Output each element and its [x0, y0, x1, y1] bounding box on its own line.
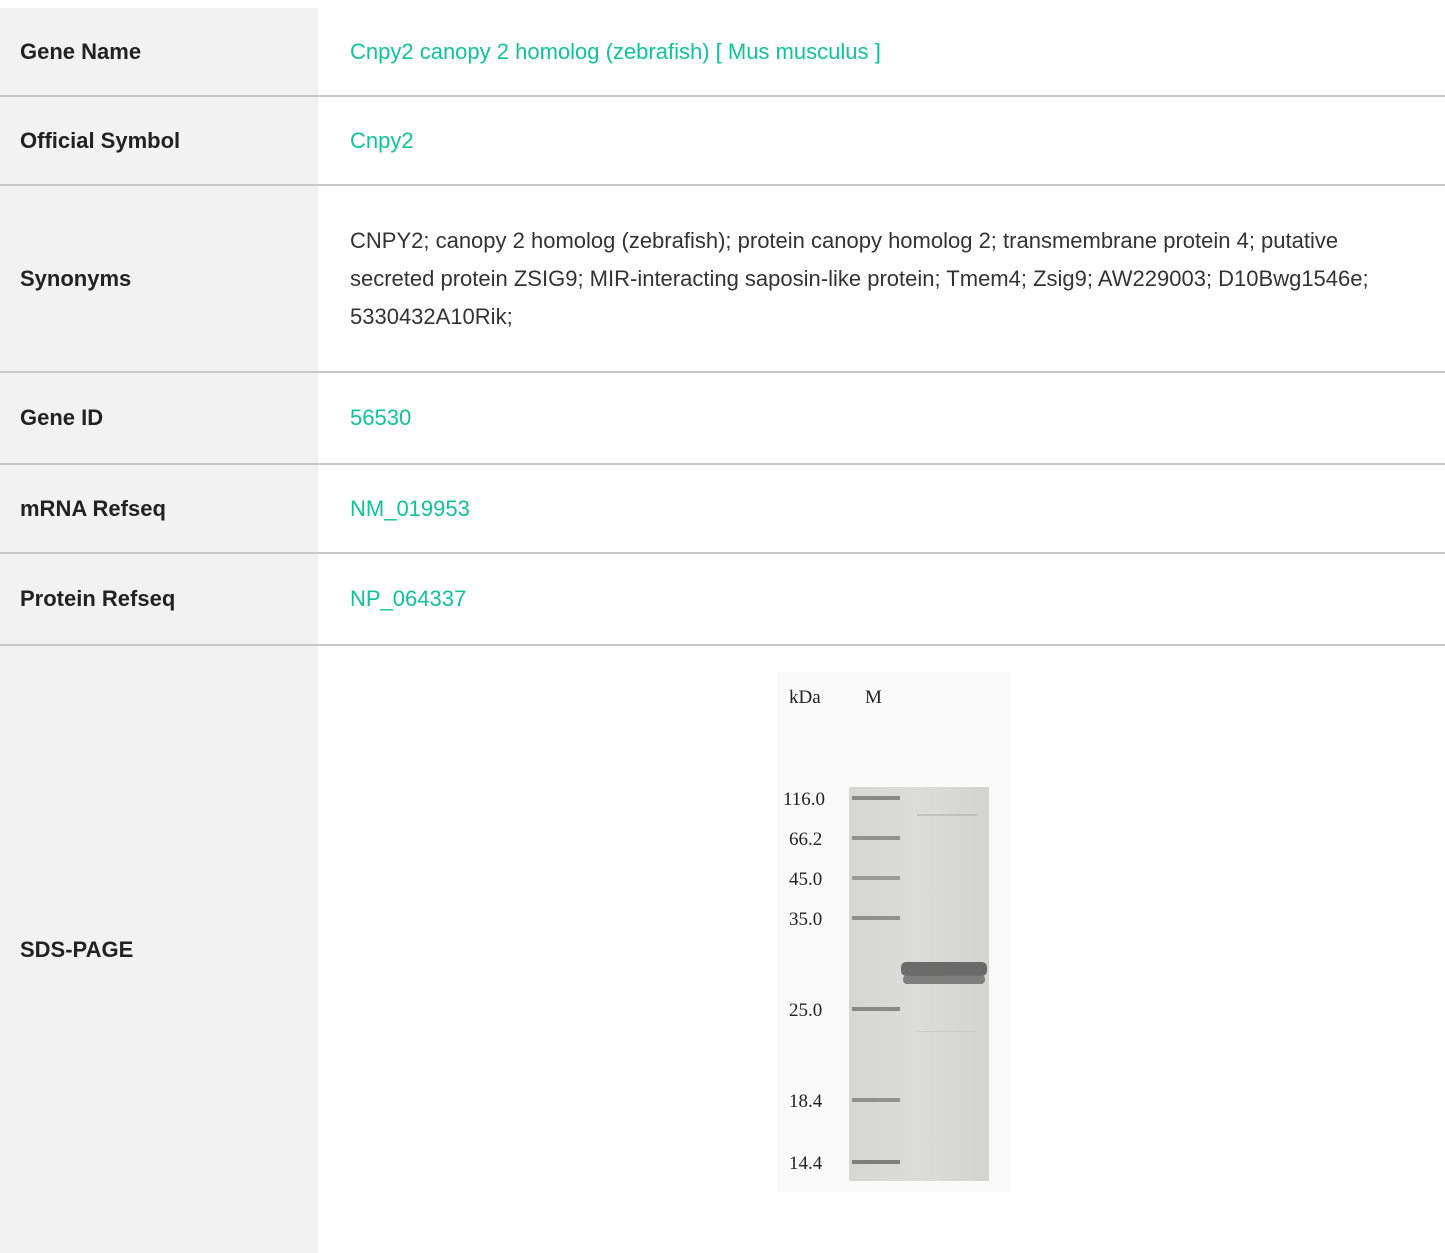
protein-refseq-link[interactable]: NP_064337	[350, 586, 466, 612]
marker-label-66: 66.2	[789, 829, 822, 850]
row-synonyms: Synonyms CNPY2; canopy 2 homolog (zebraf…	[0, 186, 1445, 373]
row-sds-page: SDS-PAGE kDa M 116.0 66.2 45.0 35.0 25.0…	[0, 646, 1445, 1253]
official-symbol-link[interactable]: Cnpy2	[350, 128, 414, 154]
marker-band-45	[851, 876, 900, 880]
row-gene-name: Gene Name Cnpy2 canopy 2 homolog (zebraf…	[0, 8, 1445, 97]
official-symbol-value-cell: Cnpy2	[318, 97, 1445, 184]
synonyms-label: Synonyms	[0, 186, 318, 371]
marker-band-18	[851, 1098, 900, 1102]
marker-band-66	[851, 836, 900, 840]
protein-refseq-value-cell: NP_064337	[318, 554, 1445, 644]
gene-name-label: Gene Name	[0, 8, 318, 95]
marker-label-45: 45.0	[789, 869, 822, 890]
gene-info-table: Gene Name Cnpy2 canopy 2 homolog (zebraf…	[0, 8, 1445, 1253]
mrna-refseq-label: mRNA Refseq	[0, 465, 318, 552]
gel-unit-label: kDa	[789, 687, 821, 708]
faint-band-top	[916, 814, 977, 816]
gel-marker-lane-label: M	[865, 687, 882, 708]
marker-label-35: 35.0	[789, 909, 822, 930]
marker-label-14: 14.4	[789, 1153, 823, 1174]
synonyms-value-cell: CNPY2; canopy 2 homolog (zebrafish); pro…	[318, 186, 1445, 371]
marker-label-18: 18.4	[789, 1091, 823, 1112]
official-symbol-label: Official Symbol	[0, 97, 318, 184]
marker-label-116: 116.0	[783, 789, 825, 810]
gel-image-svg: kDa M 116.0 66.2 45.0 35.0 25.0 18.4 14.…	[776, 671, 1011, 1193]
row-gene-id: Gene ID 56530	[0, 373, 1445, 465]
gene-id-label: Gene ID	[0, 373, 318, 463]
sds-page-label: SDS-PAGE	[0, 646, 318, 1253]
marker-band-116	[851, 796, 900, 800]
synonyms-text: CNPY2; canopy 2 homolog (zebrafish); pro…	[350, 227, 1369, 329]
mrna-refseq-value-cell: NM_019953	[318, 465, 1445, 552]
faint-band-mid	[916, 1031, 977, 1032]
sds-page-value-cell: kDa M 116.0 66.2 45.0 35.0 25.0 18.4 14.…	[318, 646, 1445, 1253]
protein-band-lower	[902, 975, 985, 984]
protein-band-upper	[900, 962, 987, 976]
gene-id-link[interactable]: 56530	[350, 405, 411, 431]
marker-band-25	[851, 1007, 900, 1011]
marker-band-14	[851, 1160, 900, 1164]
marker-band-35	[851, 916, 900, 920]
mrna-refseq-link[interactable]: NM_019953	[350, 496, 470, 522]
row-mrna-refseq: mRNA Refseq NM_019953	[0, 465, 1445, 554]
gene-name-link[interactable]: Cnpy2 canopy 2 homolog (zebrafish) [ Mus…	[350, 39, 881, 65]
gene-id-value-cell: 56530	[318, 373, 1445, 463]
sds-page-image: kDa M 116.0 66.2 45.0 35.0 25.0 18.4 14.…	[776, 671, 1011, 1193]
row-protein-refseq: Protein Refseq NP_064337	[0, 554, 1445, 646]
marker-label-25: 25.0	[789, 1000, 822, 1021]
protein-refseq-label: Protein Refseq	[0, 554, 318, 644]
gene-name-value-cell: Cnpy2 canopy 2 homolog (zebrafish) [ Mus…	[318, 8, 1445, 95]
row-official-symbol: Official Symbol Cnpy2	[0, 97, 1445, 186]
